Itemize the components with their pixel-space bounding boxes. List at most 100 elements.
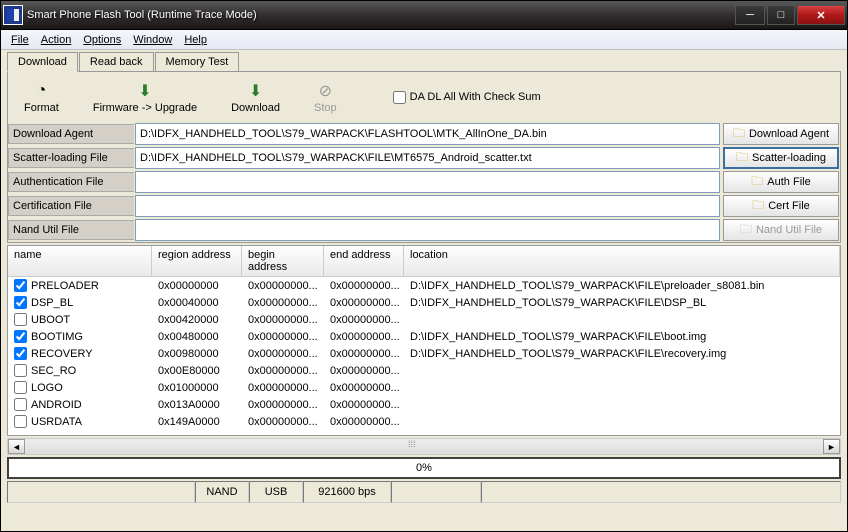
row-checkbox[interactable] bbox=[14, 398, 27, 411]
format-label: Format bbox=[24, 102, 59, 114]
table-row[interactable]: UBOOT0x004200000x00000000...0x00000000..… bbox=[8, 311, 840, 328]
status-cell-6 bbox=[481, 481, 841, 503]
row-checkbox[interactable] bbox=[14, 330, 27, 343]
th-region[interactable]: region address bbox=[152, 246, 242, 276]
folder-icon: 🗀 bbox=[740, 220, 752, 241]
row-checkbox[interactable] bbox=[14, 279, 27, 292]
row-region: 0x00000000 bbox=[152, 280, 242, 292]
table-header: name region address begin address end ad… bbox=[8, 246, 840, 277]
tab-download[interactable]: Download bbox=[7, 52, 78, 72]
table-row[interactable]: SEC_RO0x00E800000x00000000...0x00000000.… bbox=[8, 362, 840, 379]
row-name: BOOTIMG bbox=[31, 331, 83, 343]
download-label: Download bbox=[231, 102, 280, 114]
row-begin: 0x00000000... bbox=[242, 399, 324, 411]
table-row[interactable]: ANDROID0x013A00000x00000000...0x00000000… bbox=[8, 396, 840, 413]
nand-input[interactable] bbox=[135, 219, 720, 241]
row-name: SEC_RO bbox=[31, 365, 76, 377]
agent-button[interactable]: 🗀Download Agent bbox=[723, 123, 839, 145]
row-end: 0x00000000... bbox=[324, 348, 404, 360]
row-location: D:\IDFX_HANDHELD_TOOL\S79_WARPACK\FILE\p… bbox=[404, 280, 840, 292]
row-begin: 0x00000000... bbox=[242, 365, 324, 377]
download-button[interactable]: ⬇ Download bbox=[223, 78, 288, 116]
format-button[interactable]: ◔ Format bbox=[16, 78, 67, 116]
cert-button[interactable]: 🗀Cert File bbox=[723, 195, 839, 217]
cert-input[interactable] bbox=[135, 195, 720, 217]
row-checkbox[interactable] bbox=[14, 296, 27, 309]
close-button[interactable]: ✕ bbox=[797, 5, 845, 25]
table-row[interactable]: BOOTIMG0x004800000x00000000...0x00000000… bbox=[8, 328, 840, 345]
row-end: 0x00000000... bbox=[324, 365, 404, 377]
status-cell-1 bbox=[7, 481, 195, 503]
download-icon: ⬇ bbox=[245, 80, 267, 102]
table-row[interactable]: RECOVERY0x009800000x00000000...0x0000000… bbox=[8, 345, 840, 362]
row-location: D:\IDFX_HANDHELD_TOOL\S79_WARPACK\FILE\D… bbox=[404, 297, 840, 309]
row-name: USRDATA bbox=[31, 416, 82, 428]
auth-input[interactable] bbox=[135, 171, 720, 193]
folder-icon: 🗀 bbox=[752, 196, 764, 217]
scatter-label: Scatter-loading File bbox=[8, 148, 134, 168]
row-checkbox[interactable] bbox=[14, 381, 27, 394]
checksum-checkbox[interactable] bbox=[393, 91, 406, 104]
th-end[interactable]: end address bbox=[324, 246, 404, 276]
scroll-left-arrow[interactable]: ◄ bbox=[8, 439, 25, 454]
menu-help[interactable]: Help bbox=[178, 32, 213, 48]
tab-memtest[interactable]: Memory Test bbox=[155, 52, 240, 71]
folder-icon: 🗀 bbox=[736, 148, 748, 169]
row-checkbox[interactable] bbox=[14, 313, 27, 326]
menu-action[interactable]: Action bbox=[35, 32, 78, 48]
table-row[interactable]: USRDATA0x149A00000x00000000...0x00000000… bbox=[8, 413, 840, 430]
agent-input[interactable] bbox=[135, 123, 720, 145]
status-nand: NAND bbox=[195, 481, 249, 503]
stop-label: Stop bbox=[314, 102, 337, 114]
app-window: Smart Phone Flash Tool (Runtime Trace Mo… bbox=[0, 0, 848, 532]
scroll-track[interactable]: ⁞⁞⁞ bbox=[25, 439, 823, 454]
row-begin: 0x00000000... bbox=[242, 348, 324, 360]
window-title: Smart Phone Flash Tool (Runtime Trace Mo… bbox=[27, 9, 735, 21]
partition-table: name region address begin address end ad… bbox=[7, 245, 841, 436]
row-name: UBOOT bbox=[31, 314, 70, 326]
row-region: 0x00040000 bbox=[152, 297, 242, 309]
row-region: 0x149A0000 bbox=[152, 416, 242, 428]
th-name[interactable]: name bbox=[8, 246, 152, 276]
scatter-button[interactable]: 🗀Scatter-loading bbox=[723, 147, 839, 169]
th-location[interactable]: location bbox=[404, 246, 840, 276]
menu-options[interactable]: Options bbox=[77, 32, 127, 48]
tabbar: Download Read back Memory Test bbox=[1, 50, 847, 71]
menu-window[interactable]: Window bbox=[127, 32, 178, 48]
stop-button[interactable]: ⊘ Stop bbox=[306, 78, 345, 116]
stop-icon: ⊘ bbox=[314, 80, 336, 102]
horizontal-scrollbar[interactable]: ◄ ⁞⁞⁞ ► bbox=[7, 438, 841, 455]
row-end: 0x00000000... bbox=[324, 416, 404, 428]
upgrade-icon: ⬇ bbox=[134, 80, 156, 102]
th-begin[interactable]: begin address bbox=[242, 246, 324, 276]
minimize-button[interactable]: ─ bbox=[735, 5, 765, 25]
row-region: 0x013A0000 bbox=[152, 399, 242, 411]
row-end: 0x00000000... bbox=[324, 382, 404, 394]
row-checkbox[interactable] bbox=[14, 364, 27, 377]
tab-readback[interactable]: Read back bbox=[79, 52, 154, 71]
tab-content: ◔ Format ⬇ Firmware -> Upgrade ⬇ Downloa… bbox=[7, 71, 841, 243]
checksum-checkbox-row: DA DL All With Check Sum bbox=[393, 91, 541, 104]
row-begin: 0x00000000... bbox=[242, 297, 324, 309]
scroll-right-arrow[interactable]: ► bbox=[823, 439, 840, 454]
titlebar[interactable]: Smart Phone Flash Tool (Runtime Trace Mo… bbox=[1, 1, 847, 30]
status-bps: 921600 bps bbox=[303, 481, 391, 503]
row-begin: 0x00000000... bbox=[242, 416, 324, 428]
app-icon bbox=[3, 5, 23, 25]
maximize-button[interactable]: □ bbox=[767, 5, 795, 25]
auth-button[interactable]: 🗀Auth File bbox=[723, 171, 839, 193]
upgrade-button[interactable]: ⬇ Firmware -> Upgrade bbox=[85, 78, 205, 116]
scatter-input[interactable] bbox=[135, 147, 720, 169]
nand-button: 🗀Nand Util File bbox=[723, 219, 839, 241]
row-begin: 0x00000000... bbox=[242, 331, 324, 343]
row-region: 0x00420000 bbox=[152, 314, 242, 326]
table-row[interactable]: PRELOADER0x000000000x00000000...0x000000… bbox=[8, 277, 840, 294]
row-checkbox[interactable] bbox=[14, 347, 27, 360]
table-row[interactable]: LOGO0x010000000x00000000...0x00000000... bbox=[8, 379, 840, 396]
menu-file[interactable]: File bbox=[5, 32, 35, 48]
auth-label: Authentication File bbox=[8, 172, 134, 192]
row-location: D:\IDFX_HANDHELD_TOOL\S79_WARPACK\FILE\b… bbox=[404, 331, 840, 343]
table-row[interactable]: DSP_BL0x000400000x00000000...0x00000000.… bbox=[8, 294, 840, 311]
row-checkbox[interactable] bbox=[14, 415, 27, 428]
agent-label: Download Agent bbox=[8, 124, 134, 144]
